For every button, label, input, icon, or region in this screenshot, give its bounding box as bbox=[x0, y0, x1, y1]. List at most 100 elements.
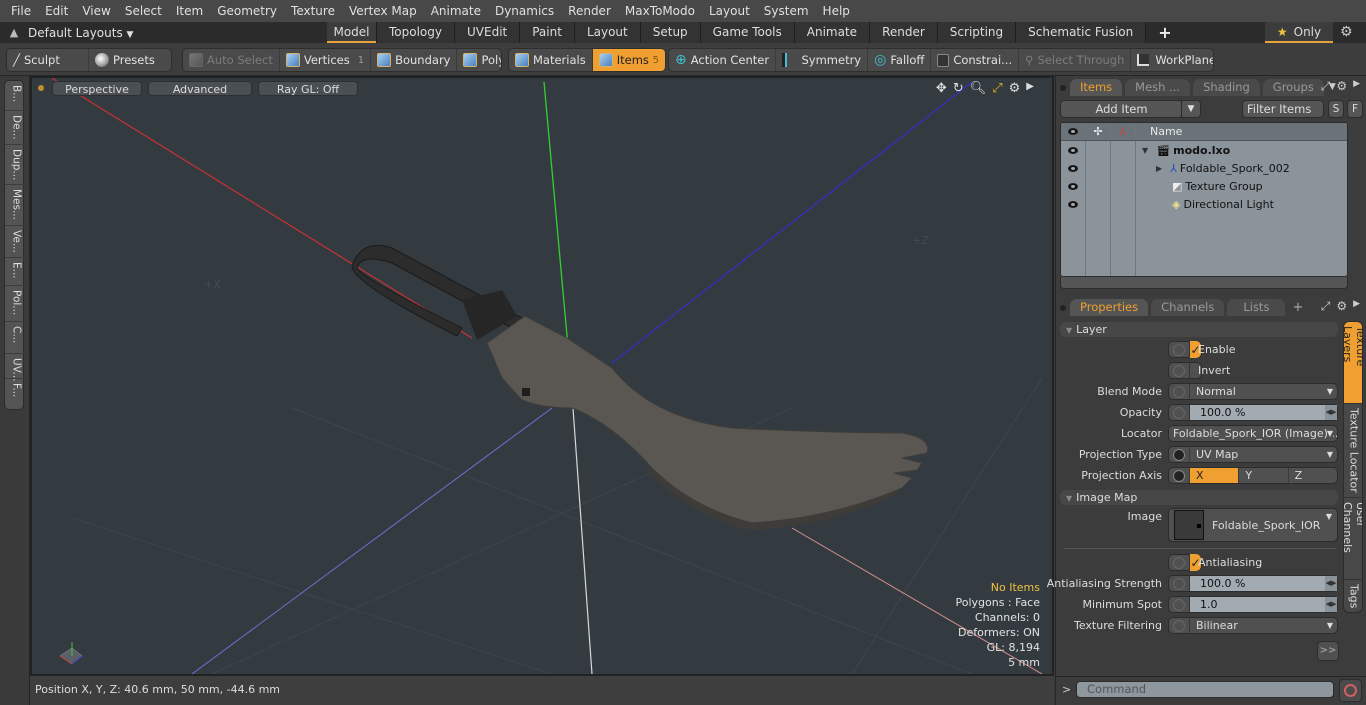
gear-icon[interactable]: ⚙ bbox=[1336, 299, 1347, 314]
layer-section-header[interactable]: ▼ Layer bbox=[1060, 322, 1338, 337]
lock-column-header[interactable]: ✢ bbox=[1086, 123, 1111, 140]
menu-geometry[interactable]: Geometry bbox=[210, 0, 284, 22]
more-button[interactable]: >> bbox=[1317, 641, 1339, 661]
gear-icon[interactable]: ⚙ bbox=[1336, 79, 1347, 94]
aa-strength-field[interactable]: 100.0 % ◀▶ bbox=[1168, 575, 1338, 592]
tab-game-tools[interactable]: Game Tools bbox=[700, 22, 795, 43]
items-button[interactable]: Items 5 bbox=[592, 49, 665, 71]
filter-items-field[interactable]: Filter Items bbox=[1242, 100, 1324, 118]
enable-checkbox[interactable]: ✓ bbox=[1168, 341, 1202, 358]
tex-filter-dropdown[interactable]: Bilinear ▼ bbox=[1168, 617, 1338, 634]
name-column-header[interactable]: Name bbox=[1136, 123, 1347, 140]
menu-layout[interactable]: Layout bbox=[702, 0, 757, 22]
left-tab-vertex[interactable]: Ve... bbox=[5, 226, 25, 258]
list-item[interactable]: ▼ 🎬︎ modo.lxo bbox=[1061, 141, 1347, 159]
list-item[interactable]: ◈ Directional Light bbox=[1061, 195, 1347, 213]
tab-paint[interactable]: Paint bbox=[520, 22, 575, 43]
tab-layout[interactable]: Layout bbox=[574, 22, 641, 43]
raygl-button[interactable]: Ray GL: Off bbox=[258, 80, 358, 96]
blend-mode-dropdown[interactable]: Normal ▼ bbox=[1168, 383, 1338, 400]
tab-render[interactable]: Render bbox=[870, 22, 938, 43]
tab-schematic-fusion[interactable]: Schematic Fusion bbox=[1016, 22, 1147, 43]
left-tab-basic[interactable]: B... bbox=[5, 81, 25, 111]
presets-button[interactable]: Presets bbox=[89, 49, 171, 71]
eye-icon[interactable] bbox=[1068, 200, 1078, 208]
menu-maxtomodo[interactable]: MaxToModo bbox=[618, 0, 702, 22]
falloff-button[interactable]: ◎ Falloff bbox=[868, 49, 932, 71]
menu-edit[interactable]: Edit bbox=[38, 0, 75, 22]
menu-help[interactable]: Help bbox=[816, 0, 857, 22]
materials-button[interactable]: Materials bbox=[509, 49, 593, 71]
slider-arrows-icon[interactable]: ◀▶ bbox=[1325, 597, 1337, 612]
menu-texture[interactable]: Texture bbox=[284, 0, 342, 22]
expand-right-icon[interactable]: ▶ bbox=[1353, 299, 1360, 314]
constraints-button[interactable]: Constrai... bbox=[931, 49, 1020, 71]
slider-arrows-icon[interactable]: ◀▶ bbox=[1325, 576, 1337, 591]
default-layouts-dropdown[interactable]: Default Layouts ▼ bbox=[28, 26, 328, 40]
axis-x-button[interactable]: X bbox=[1189, 468, 1239, 483]
left-tab-fusion[interactable]: F... bbox=[5, 379, 25, 409]
left-tab-uv[interactable]: UV... bbox=[5, 354, 25, 382]
left-tab-polygon[interactable]: Pol... bbox=[5, 286, 25, 322]
image-map-section-header[interactable]: ▼ Image Map bbox=[1060, 490, 1338, 505]
add-tab-button[interactable]: + bbox=[1292, 299, 1303, 316]
pan-icon[interactable]: ✥ bbox=[936, 81, 947, 96]
workplane-button[interactable]: WorkPlane bbox=[1131, 49, 1213, 71]
tab-animate[interactable]: Animate bbox=[794, 22, 871, 43]
left-tab-mesh-edit[interactable]: Mes... bbox=[5, 185, 25, 226]
tab-groups[interactable]: Groups bbox=[1262, 79, 1324, 96]
antialiasing-checkbox[interactable]: ✓ bbox=[1168, 554, 1202, 571]
add-item-dropdown[interactable]: ▼ bbox=[1181, 100, 1201, 118]
tab-mesh[interactable]: Mesh ... bbox=[1125, 79, 1191, 96]
select-through-button[interactable]: ⚲ Select Through bbox=[1019, 49, 1132, 71]
menu-render[interactable]: Render bbox=[561, 0, 618, 22]
menu-item[interactable]: Item bbox=[169, 0, 210, 22]
type-column-header[interactable]: ⅄ bbox=[1111, 123, 1136, 140]
only-favorites-button[interactable]: ★ Only bbox=[1265, 22, 1333, 43]
menu-file[interactable]: File bbox=[4, 0, 38, 22]
f-filter-button[interactable]: F bbox=[1347, 100, 1363, 118]
visibility-column-header[interactable] bbox=[1061, 123, 1086, 140]
eye-icon[interactable] bbox=[1068, 146, 1078, 154]
polygons-button[interactable]: Polygons bbox=[457, 49, 501, 71]
add-tab-button[interactable]: + bbox=[1146, 22, 1183, 43]
opacity-field[interactable]: 100.0 % ◀▶ bbox=[1168, 404, 1338, 421]
menu-select[interactable]: Select bbox=[118, 0, 169, 22]
maximize-icon[interactable]: ⤢ bbox=[992, 81, 1002, 96]
sculpt-button[interactable]: ╱ Sculpt bbox=[7, 49, 89, 71]
shading-mode-button[interactable]: Advanced bbox=[148, 80, 252, 96]
viewport-status-dot[interactable] bbox=[38, 85, 44, 91]
gear-icon[interactable]: ⚙ bbox=[1340, 24, 1353, 40]
view-type-button[interactable]: Perspective bbox=[52, 80, 142, 96]
tab-channels[interactable]: Channels bbox=[1151, 299, 1225, 316]
add-item-button[interactable]: Add Item bbox=[1060, 100, 1183, 118]
rotate-icon[interactable]: ↻ bbox=[953, 81, 964, 96]
3d-viewport[interactable]: +X +Z Perspective Advanced Ray GL: Off ✥… bbox=[30, 76, 1054, 676]
tab-uvedit[interactable]: UVEdit bbox=[455, 22, 521, 43]
locator-dropdown[interactable]: Foldable_Spork_IOR (Image) ... ▼ bbox=[1168, 425, 1338, 442]
list-item[interactable]: ◩ Texture Group bbox=[1061, 177, 1347, 195]
command-input[interactable]: Command bbox=[1076, 681, 1334, 698]
eye-icon[interactable] bbox=[1068, 182, 1078, 190]
axis-z-button[interactable]: Z bbox=[1287, 468, 1337, 483]
eye-icon[interactable] bbox=[1068, 164, 1078, 172]
tab-model[interactable]: Model bbox=[327, 22, 377, 43]
tab-scripting[interactable]: Scripting bbox=[937, 22, 1017, 43]
left-tab-deform[interactable]: De... bbox=[5, 111, 25, 145]
boundary-button[interactable]: Boundary bbox=[371, 49, 458, 71]
gear-icon[interactable]: ⚙ bbox=[1009, 81, 1021, 96]
maximize-icon[interactable]: ⤢ bbox=[1321, 299, 1331, 314]
axis-y-button[interactable]: Y bbox=[1238, 468, 1287, 483]
vertices-button[interactable]: Vertices 1 bbox=[280, 49, 372, 71]
expand-right-icon[interactable]: ▶ bbox=[1353, 79, 1360, 94]
tab-properties[interactable]: Properties bbox=[1070, 299, 1149, 316]
side-tab-tags[interactable]: Tags bbox=[1344, 580, 1362, 612]
tab-lists[interactable]: Lists bbox=[1227, 299, 1286, 316]
image-selector[interactable]: Foldable_Spork_IOR ▼ bbox=[1168, 508, 1338, 542]
tab-topology[interactable]: Topology bbox=[377, 22, 455, 43]
symmetry-button[interactable]: Symmetry bbox=[776, 49, 869, 71]
menu-dynamics[interactable]: Dynamics bbox=[488, 0, 561, 22]
list-item[interactable]: ▶ ⅄ Foldable_Spork_002 bbox=[1061, 159, 1347, 177]
left-tab-duplicate[interactable]: Dup... bbox=[5, 145, 25, 185]
left-tab-edge[interactable]: E... bbox=[5, 258, 25, 286]
